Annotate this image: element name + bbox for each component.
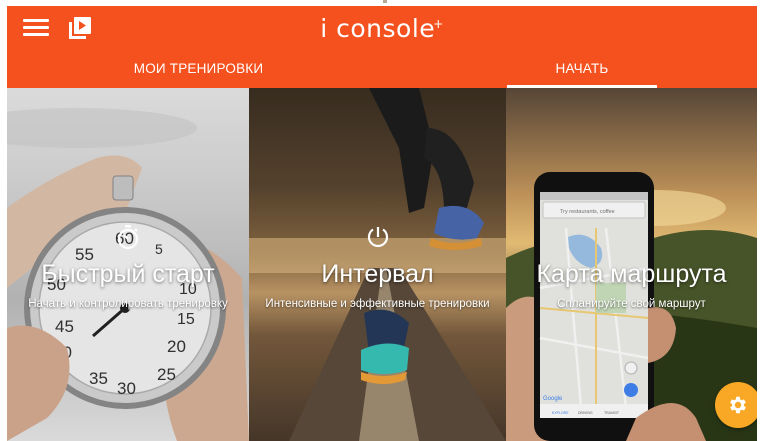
card-title: Карта маршрута xyxy=(536,260,727,288)
card-route-map[interactable]: Try restaurants, coffee Google EXPLORE D… xyxy=(506,88,757,441)
card-subtitle: Интенсивные и эффективные тренировки xyxy=(265,298,490,310)
tab-bar: МОИ ТРЕНИРОВКИ НАЧАТЬ xyxy=(7,52,757,88)
card-title: Быстрый старт xyxy=(41,260,215,288)
workout-cards: 60 5 55 50 45 40 35 30 25 20 10 15 xyxy=(7,88,757,441)
app-toolbar: i console+ xyxy=(7,6,757,52)
timer-power-icon xyxy=(367,227,389,248)
card-title: Интервал xyxy=(321,260,434,288)
tab-start[interactable]: НАЧАТЬ xyxy=(507,52,657,88)
card-subtitle: Начать и контролировать тренировку xyxy=(28,298,228,310)
card-interval[interactable]: Интервал Интенсивные и эффективные трени… xyxy=(249,88,506,441)
stopwatch-icon xyxy=(117,225,139,250)
app-window: i console+ МОИ ТРЕНИРОВКИ НАЧАТЬ 60 5 55… xyxy=(7,6,757,441)
tab-my-workouts[interactable]: МОИ ТРЕНИРОВКИ xyxy=(7,52,390,88)
brand-plus-mark: + xyxy=(433,16,444,31)
gear-icon xyxy=(730,396,746,414)
card-quick-start[interactable]: 60 5 55 50 45 40 35 30 25 20 10 15 xyxy=(7,88,249,441)
settings-button[interactable] xyxy=(715,382,757,428)
brand-name: i console xyxy=(320,14,436,43)
card-subtitle: Спланируйте свой маршрут xyxy=(557,298,706,310)
status-indicator-dot xyxy=(383,0,387,3)
app-brand: i console+ xyxy=(7,14,757,43)
